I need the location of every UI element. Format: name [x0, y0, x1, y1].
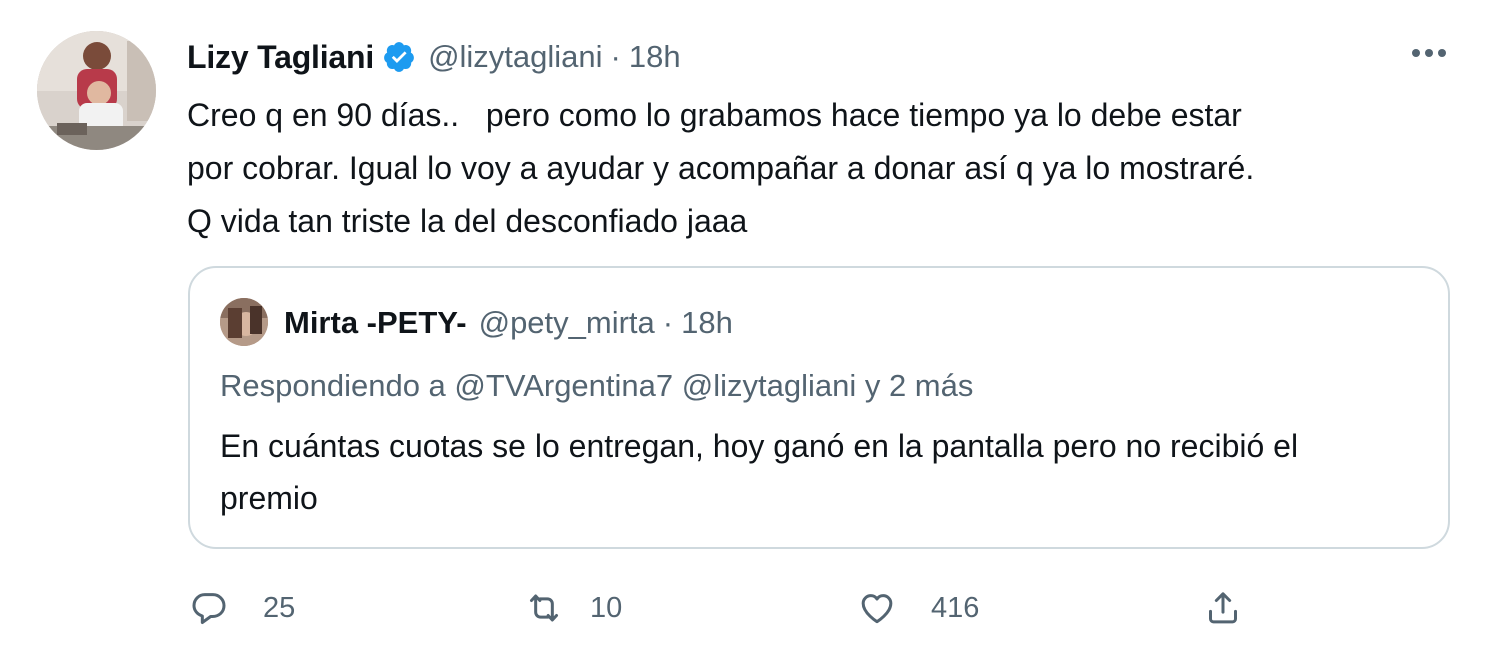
tweet-card[interactable]: Lizy Tagliani @lizytagliani · 18h Creo q…: [0, 0, 1487, 655]
quoted-author-handle[interactable]: @pety_mirta: [479, 305, 655, 341]
retweet-count: 10: [590, 591, 623, 624]
quoted-tweet-text: En cuántas cuotas se lo entregan, hoy ga…: [220, 428, 1299, 516]
retweet-button[interactable]: 10: [524, 582, 622, 634]
like-count: 416: [931, 591, 980, 624]
quoted-tweet-timestamp[interactable]: 18h: [681, 305, 733, 341]
quoted-tweet-header: Mirta -PETY- @pety_mirta · 18h: [284, 299, 733, 347]
separator-dot: ·: [662, 305, 674, 340]
reply-button[interactable]: 25: [189, 582, 295, 634]
retweet-icon: [524, 588, 564, 628]
reply-icon: [189, 588, 229, 628]
author-handle[interactable]: @lizytagliani: [428, 39, 602, 75]
more-horizontal-icon: [1409, 46, 1449, 64]
verified-badge-icon: [382, 40, 416, 74]
tweet-text: Creo q en 90 días.. pero como lo grabamo…: [187, 97, 1255, 239]
share-icon: [1203, 588, 1243, 628]
quoted-author-avatar[interactable]: [220, 298, 268, 346]
reply-count: 25: [263, 591, 296, 624]
tweet-header: Lizy Tagliani @lizytagliani · 18h: [187, 32, 681, 82]
quoted-author-name[interactable]: Mirta -PETY-: [284, 305, 467, 341]
separator-dot: ·: [610, 39, 621, 74]
tweet-timestamp[interactable]: 18h: [629, 39, 681, 75]
tweet-actions: 25 10 416: [0, 582, 1487, 634]
share-button[interactable]: [1203, 582, 1243, 634]
author-avatar[interactable]: [37, 31, 156, 150]
replying-to-line: Respondiendo a @TVArgentina7 @lizytaglia…: [220, 368, 974, 403]
more-options-button[interactable]: [1406, 40, 1452, 70]
author-name[interactable]: Lizy Tagliani: [187, 39, 374, 76]
heart-icon: [857, 588, 897, 628]
like-button[interactable]: 416: [857, 582, 979, 634]
quoted-tweet[interactable]: Mirta -PETY- @pety_mirta · 18h Respondie…: [188, 266, 1450, 549]
